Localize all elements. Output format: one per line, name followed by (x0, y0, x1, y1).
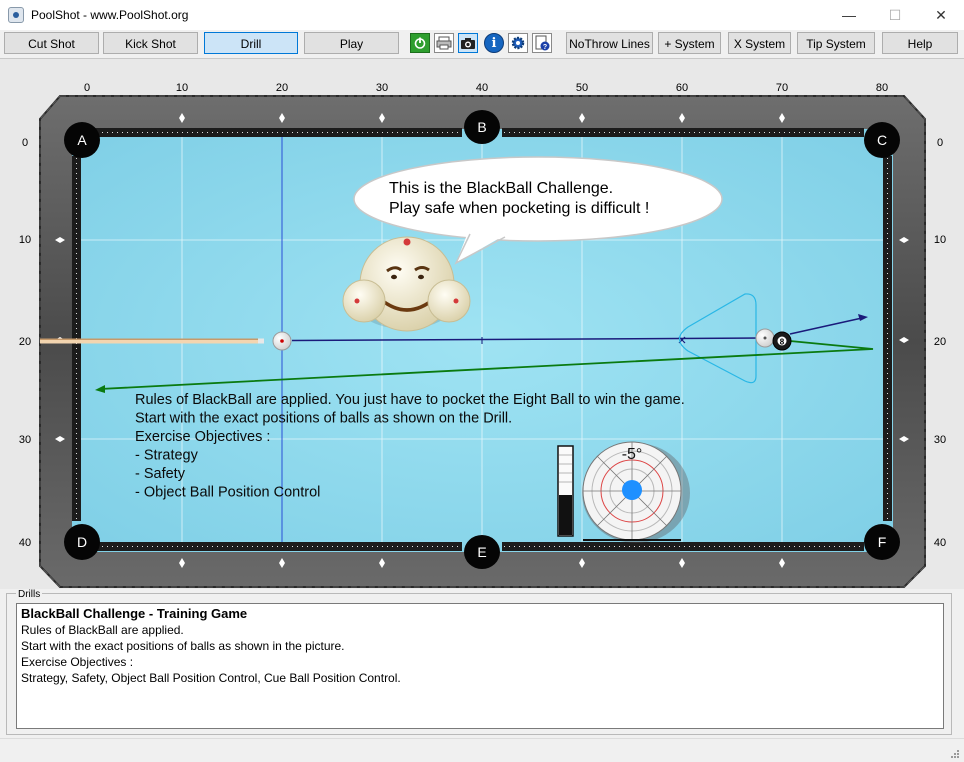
overlay-line: - Strategy (135, 448, 199, 464)
drill-description[interactable]: BlackBall Challenge - Training Game Rule… (16, 603, 944, 729)
drills-group-label: Drills (16, 589, 43, 600)
y-tick-label: 20 (934, 336, 946, 348)
x-tick-label: 80 (876, 82, 888, 94)
plus-system-button[interactable]: + System (658, 32, 721, 54)
x-tick-label: 10 (176, 82, 188, 94)
pocket-label: A (77, 132, 87, 148)
drill-line: Exercise Objectives : (21, 655, 134, 669)
settings-icon[interactable] (508, 33, 528, 53)
power-meter-fill (559, 495, 572, 535)
y-tick-label: 20 (19, 336, 31, 348)
power-meter[interactable] (557, 445, 574, 537)
info-icon[interactable]: i (484, 33, 504, 53)
pocket-label: B (477, 119, 486, 135)
eight-ball-number: 8 (780, 338, 785, 347)
cue-angle-label: -5° (622, 446, 643, 463)
x-axis-ruler: 0 10 20 30 40 50 60 70 80 (84, 82, 888, 94)
drill-line: Start with the exact positions of balls … (21, 639, 345, 653)
x-tick-label: 60 (676, 82, 688, 94)
overlay-line: Start with the exact positions of balls … (135, 411, 512, 427)
app-icon (8, 7, 24, 23)
window-title: PoolShot - www.PoolShot.org (31, 8, 189, 22)
toolbar: Cut Shot Kick Shot Drill Play i ? NoThro… (0, 30, 964, 58)
y-tick-label: 30 (19, 434, 31, 446)
help-button[interactable]: Help (882, 32, 958, 54)
y-tick-label: 30 (934, 434, 946, 446)
pool-table[interactable]: 0 10 20 30 40 50 60 70 80 0 10 20 30 40 … (0, 59, 964, 589)
eight-ball[interactable]: 8 (772, 331, 792, 351)
tip-system-button[interactable]: Tip System (797, 32, 875, 54)
resize-grip-icon[interactable] (950, 749, 960, 759)
maximize-button[interactable]: ☐ (872, 0, 918, 30)
speech-line-1: This is the BlackBall Challenge. (389, 180, 613, 197)
y-tick-label: 0 (937, 137, 943, 149)
pocket-e[interactable]: E (464, 535, 500, 569)
overlay-line: - Safety (135, 466, 186, 482)
x-system-button[interactable]: X System (728, 32, 791, 54)
overlay-line: Exercise Objectives : (135, 429, 270, 445)
pocket-label: F (878, 534, 887, 550)
play-button[interactable]: Play (304, 32, 399, 54)
x-tick-label: 50 (576, 82, 588, 94)
cue-stick[interactable] (40, 338, 264, 344)
cut-shot-button[interactable]: Cut Shot (4, 32, 99, 54)
kick-shot-button[interactable]: Kick Shot (103, 32, 198, 54)
x-tick-label: 20 (276, 82, 288, 94)
x-tick-label: 40 (476, 82, 488, 94)
x-tick-label: 0 (84, 82, 90, 94)
minimize-button[interactable]: — (826, 0, 872, 30)
title-bar: PoolShot - www.PoolShot.org — ☐ ✕ (0, 0, 964, 30)
no-throw-lines-button[interactable]: NoThrow Lines (566, 32, 653, 54)
cue-ball[interactable] (272, 331, 292, 351)
overlay-line: Rules of BlackBall are applied. You just… (135, 392, 685, 408)
table-view: 0 10 20 30 40 50 60 70 80 0 10 20 30 40 … (0, 58, 964, 589)
drill-line: Rules of BlackBall are applied. (21, 623, 184, 637)
pocket-a[interactable]: A (64, 122, 100, 158)
pocket-label: D (77, 534, 87, 550)
pocket-label: C (877, 132, 887, 148)
close-button[interactable]: ✕ (918, 0, 964, 30)
pocket-label: E (477, 544, 486, 560)
drill-line: Strategy, Safety, Object Ball Position C… (21, 671, 401, 685)
speech-line-2: Play safe when pocketing is difficult ! (389, 200, 649, 217)
pocket-c[interactable]: C (864, 122, 900, 158)
camera-icon[interactable] (458, 33, 478, 53)
help-document-icon[interactable]: ? (532, 33, 552, 53)
drill-title: BlackBall Challenge - Training Game (21, 606, 248, 621)
cue-tip-dot[interactable] (622, 480, 642, 500)
x-tick-label: 30 (376, 82, 388, 94)
y-tick-label: 40 (934, 537, 946, 549)
pocket-b[interactable]: B (464, 110, 500, 144)
x-tick-label: 70 (776, 82, 788, 94)
svg-text:?: ? (543, 44, 547, 51)
ghost-ball (755, 328, 775, 348)
y-tick-label: 40 (19, 537, 31, 549)
pocket-f[interactable]: F (864, 524, 900, 560)
y-axis-ruler-right: 0 10 20 30 40 (934, 137, 946, 549)
y-tick-label: 0 (22, 137, 28, 149)
y-tick-label: 10 (19, 234, 31, 246)
pocket-d[interactable]: D (64, 524, 100, 560)
status-bar (0, 738, 964, 762)
y-axis-ruler-left: 0 10 20 30 40 (19, 137, 31, 549)
print-icon[interactable] (434, 33, 454, 53)
drill-button[interactable]: Drill (204, 32, 298, 54)
overlay-line: - Object Ball Position Control (135, 485, 320, 501)
power-icon[interactable] (410, 33, 430, 53)
y-tick-label: 10 (934, 234, 946, 246)
